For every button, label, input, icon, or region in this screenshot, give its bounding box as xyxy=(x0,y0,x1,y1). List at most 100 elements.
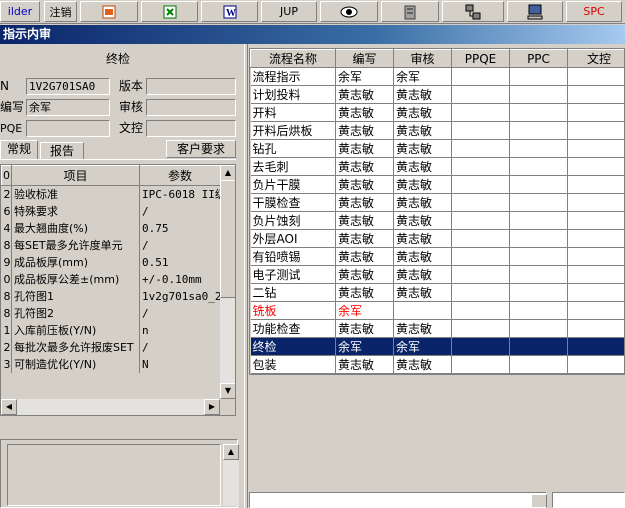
param-cell-no[interactable]: 0 xyxy=(1,270,12,288)
flow-cell-author[interactable]: 黄志敏 xyxy=(335,373,394,374)
flow-cell-ppqe[interactable] xyxy=(451,121,510,140)
param-cell-value[interactable]: 1v2g701sa0_2r xyxy=(139,287,221,305)
flow-row[interactable]: 成品仓黄志敏黄志敏 xyxy=(250,373,624,374)
flow-row[interactable]: 电子测试 黄志敏 黄志敏 xyxy=(250,265,624,284)
flow-row[interactable]: 功能检查 黄志敏 黄志敏 xyxy=(250,319,624,338)
flow-cell-dc[interactable] xyxy=(567,229,624,248)
flow-cell-author[interactable]: 余军 xyxy=(335,67,394,86)
flow-cell-review[interactable]: 黄志敏 xyxy=(393,175,452,194)
flow-cell-ppqe[interactable] xyxy=(451,103,510,122)
flow-cell-ppc[interactable] xyxy=(509,139,568,158)
flow-cell-name[interactable]: 开料后烘板 xyxy=(250,121,336,140)
param-row[interactable]: 2 每批次最多允许报废SET / xyxy=(1,338,221,356)
flow-cell-review[interactable]: 黄志敏 xyxy=(393,157,452,176)
pn-field[interactable]: 1V2G701SA0 xyxy=(26,78,110,95)
flow-cell-ppqe[interactable] xyxy=(451,229,510,248)
flow-cell-author[interactable]: 黄志敏 xyxy=(335,355,394,374)
param-cell-no[interactable]: 8 xyxy=(1,287,12,305)
flow-cell-name[interactable]: 负片蚀刻 xyxy=(250,211,336,230)
param-row[interactable]: 2 验收标准 IPC-6018 II级 xyxy=(1,185,221,203)
toolbar-view-button[interactable] xyxy=(320,1,378,22)
flow-cell-ppc[interactable] xyxy=(509,211,568,230)
flow-header-name[interactable]: 流程名称 xyxy=(250,49,336,68)
flow-cell-review[interactable]: 黄志敏 xyxy=(393,85,452,104)
param-row[interactable]: 8 每SET最多允许度单元 / xyxy=(1,236,221,254)
flow-cell-dc[interactable] xyxy=(567,265,624,284)
author-field[interactable]: 余军 xyxy=(26,99,110,116)
flow-cell-dc[interactable] xyxy=(567,373,624,374)
toolbar-word-button[interactable]: W xyxy=(201,1,258,22)
flow-cell-author[interactable]: 黄志敏 xyxy=(335,85,394,104)
flow-cell-author[interactable]: 黄志敏 xyxy=(335,319,394,338)
param-cell-value[interactable]: / xyxy=(139,202,221,220)
flow-cell-dc[interactable] xyxy=(567,301,624,320)
flow-cell-dc[interactable] xyxy=(567,319,624,338)
flow-row[interactable]: 开料后烘板 黄志敏 黄志敏 xyxy=(250,121,624,140)
param-cell-value[interactable]: / xyxy=(139,236,221,254)
flow-cell-ppqe[interactable] xyxy=(451,211,510,230)
flow-cell-ppqe[interactable] xyxy=(451,85,510,104)
param-cell-no[interactable]: 6 xyxy=(1,202,12,220)
toolbar-network-button[interactable] xyxy=(442,1,504,22)
toolbar-spc-button[interactable]: SPC xyxy=(566,1,622,22)
flow-cell-ppc[interactable] xyxy=(509,355,568,374)
flow-cell-ppqe[interactable] xyxy=(451,337,510,356)
flow-cell-author[interactable]: 黄志敏 xyxy=(335,211,394,230)
tab-report[interactable]: 报告 xyxy=(40,142,84,160)
flow-row[interactable]: 干膜检查 黄志敏 黄志敏 xyxy=(250,193,624,212)
panel-splitter[interactable] xyxy=(244,44,248,508)
param-cell-no[interactable]: 8 xyxy=(1,304,12,322)
flow-cell-ppc[interactable] xyxy=(509,157,568,176)
flow-cell-ppqe[interactable] xyxy=(451,193,510,212)
param-row[interactable]: 4 最大翘曲度(%) 0.75 xyxy=(1,219,221,237)
flow-cell-author[interactable]: 黄志敏 xyxy=(335,103,394,122)
flow-cell-dc[interactable] xyxy=(567,193,624,212)
param-row[interactable]: 3 可制造优化(Y/N) N xyxy=(1,355,221,373)
flow-cell-author[interactable]: 黄志敏 xyxy=(335,139,394,158)
param-row[interactable]: 9 成品板厚(mm) 0.51 xyxy=(1,253,221,271)
flow-cell-author[interactable]: 黄志敏 xyxy=(335,283,394,302)
flow-cell-name[interactable]: 终检 xyxy=(250,337,336,356)
flow-cell-ppc[interactable] xyxy=(509,67,568,86)
flow-cell-ppqe[interactable] xyxy=(451,175,510,194)
ppqe-field[interactable] xyxy=(26,120,110,137)
flow-cell-name[interactable]: 流程指示 xyxy=(250,67,336,86)
extra-input[interactable] xyxy=(552,492,625,508)
flow-cell-review[interactable]: 黄志敏 xyxy=(393,247,452,266)
flow-row[interactable]: 有铅喷锡 黄志敏 黄志敏 xyxy=(250,247,624,266)
flow-cell-name[interactable]: 钻孔 xyxy=(250,139,336,158)
flow-cell-ppc[interactable] xyxy=(509,103,568,122)
param-cell-no[interactable]: 2 xyxy=(1,338,12,356)
flow-cell-dc[interactable] xyxy=(567,157,624,176)
flow-cell-ppc[interactable] xyxy=(509,229,568,248)
flow-cell-review[interactable]: 黄志敏 xyxy=(393,355,452,374)
flow-cell-ppc[interactable] xyxy=(509,373,568,374)
flow-cell-name[interactable]: 干膜检查 xyxy=(250,193,336,212)
flow-row[interactable]: 去毛刺 黄志敏 黄志敏 xyxy=(250,157,624,176)
flow-cell-author[interactable]: 黄志敏 xyxy=(335,247,394,266)
memo-textarea[interactable] xyxy=(7,444,221,506)
flow-cell-author[interactable]: 黄志敏 xyxy=(335,229,394,248)
param-cell-value[interactable]: 0.51 xyxy=(139,253,221,271)
flow-cell-name[interactable]: 计划投料 xyxy=(250,85,336,104)
flow-cell-dc[interactable] xyxy=(567,67,624,86)
flow-cell-dc[interactable] xyxy=(567,211,624,230)
flow-row[interactable]: 开料 黄志敏 黄志敏 xyxy=(250,103,624,122)
flow-row[interactable]: 二钻 黄志敏 黄志敏 xyxy=(250,283,624,302)
flow-cell-dc[interactable] xyxy=(567,85,624,104)
param-row[interactable]: 1 入库前压板(Y/N) n xyxy=(1,321,221,339)
flow-cell-ppc[interactable] xyxy=(509,247,568,266)
param-cell-item[interactable]: 成品板厚(mm) xyxy=(11,253,140,271)
flow-cell-ppqe[interactable] xyxy=(451,265,510,284)
flow-row[interactable]: 负片干膜 黄志敏 黄志敏 xyxy=(250,175,624,194)
scroll-left-arrow-icon[interactable]: ◀ xyxy=(1,399,17,415)
flow-cell-name[interactable]: 成品仓 xyxy=(250,373,336,374)
flow-cell-dc[interactable] xyxy=(567,121,624,140)
flow-cell-name[interactable]: 电子测试 xyxy=(250,265,336,284)
flow-cell-review[interactable]: 黄志敏 xyxy=(393,211,452,230)
param-hscrollbar[interactable]: ◀ ▶ xyxy=(1,399,220,415)
toolbar-powerpoint-button[interactable] xyxy=(80,1,138,22)
remarks-scroll-icon[interactable] xyxy=(531,494,547,508)
param-cell-no[interactable]: 9 xyxy=(1,253,12,271)
scroll-right-arrow-icon[interactable]: ▶ xyxy=(204,399,220,415)
